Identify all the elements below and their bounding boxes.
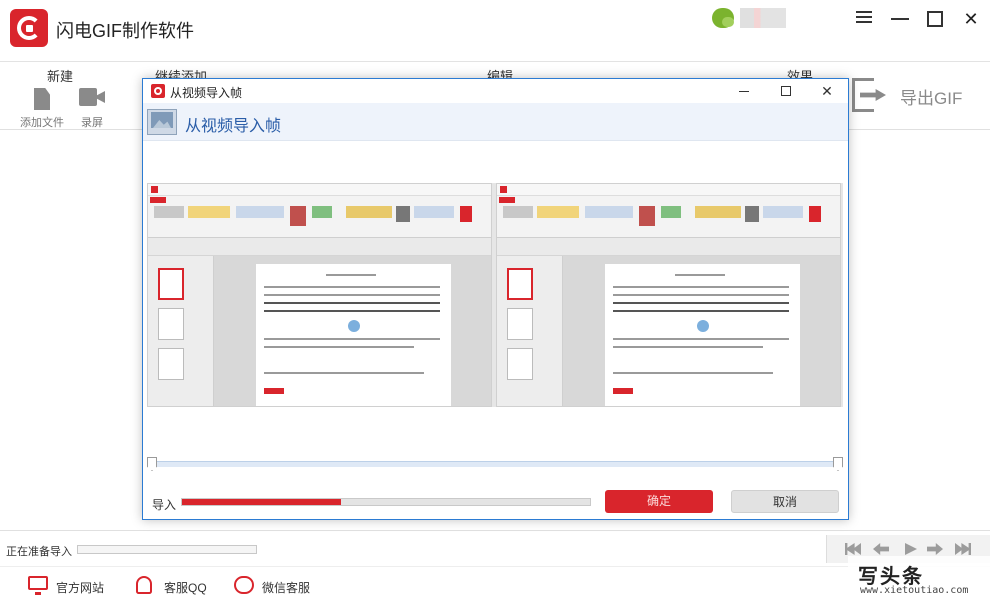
group-label-new: 新建 <box>47 69 74 84</box>
timeline-end-handle[interactable] <box>833 457 843 471</box>
status-bar: 正在准备导入 <box>0 530 990 566</box>
preview-frame-right <box>496 183 841 407</box>
export-icon <box>852 78 886 112</box>
add-file-label: 添加文件 <box>20 117 64 129</box>
wechat-service-label: 微信客服 <box>262 581 311 595</box>
record-screen-button[interactable]: 录屏 <box>70 88 114 130</box>
import-label: 导入 <box>152 498 177 512</box>
wechat-login-icon[interactable] <box>712 8 734 28</box>
camera-icon <box>79 88 105 110</box>
timeline-start-handle[interactable] <box>147 457 157 471</box>
import-from-video-dialog: 从视频导入帧 ✕ 从视频导入帧 导入 确定 取消 <box>142 78 849 520</box>
close-icon[interactable]: ✕ <box>960 8 982 30</box>
film-icon <box>147 109 177 135</box>
watermark: 写头条 www.xietoutiao.com <box>848 556 990 603</box>
play-icon[interactable] <box>905 543 917 555</box>
record-label: 录屏 <box>81 117 103 129</box>
watermark-url: www.xietoutiao.com <box>860 585 969 596</box>
prev-frame-icon[interactable] <box>873 543 889 555</box>
minimize-icon[interactable] <box>889 8 911 30</box>
app-title: 闪电GIF制作软件 <box>56 21 194 41</box>
document-icon <box>34 88 50 110</box>
dialog-maximize-icon[interactable] <box>777 82 795 100</box>
menu-icon[interactable] <box>853 8 875 30</box>
dialog-title: 从视频导入帧 <box>170 86 243 100</box>
maximize-icon[interactable] <box>924 8 946 30</box>
export-gif-button[interactable]: 导出GIF <box>852 74 982 120</box>
footer: 官方网站 客服QQ 微信客服 <box>0 566 990 603</box>
timeline-slider[interactable] <box>147 457 843 471</box>
dialog-title-bar: 从视频导入帧 ✕ <box>143 79 848 103</box>
export-label: 导出GIF <box>900 89 963 108</box>
add-file-button[interactable]: 添加文件 <box>20 88 64 130</box>
dialog-close-icon[interactable]: ✕ <box>818 82 836 100</box>
import-progress-fill <box>182 499 342 505</box>
status-text: 正在准备导入 <box>6 546 72 558</box>
status-progress-bar <box>77 545 257 554</box>
first-frame-icon[interactable] <box>845 543 861 555</box>
service-qq-label: 客服QQ <box>164 581 207 595</box>
ok-button[interactable]: 确定 <box>605 490 713 513</box>
dialog-minimize-icon[interactable] <box>735 82 753 100</box>
cancel-button[interactable]: 取消 <box>731 490 839 513</box>
dialog-logo-icon <box>151 84 165 98</box>
last-frame-icon[interactable] <box>955 543 971 555</box>
next-frame-icon[interactable] <box>927 543 943 555</box>
dialog-heading: 从视频导入帧 <box>185 118 282 135</box>
user-avatar[interactable] <box>740 8 786 28</box>
chat-icon <box>234 576 254 594</box>
timeline-track[interactable] <box>151 461 839 467</box>
title-bar: 闪电GIF制作软件 ✕ <box>0 0 990 62</box>
monitor-icon <box>28 576 48 595</box>
dialog-header: 从视频导入帧 <box>143 103 848 141</box>
bell-icon <box>136 576 152 594</box>
app-logo-icon <box>10 9 48 47</box>
preview-frame-left <box>147 183 492 407</box>
import-progress-bar <box>181 498 591 506</box>
video-preview <box>147 183 843 407</box>
official-website-label: 官方网站 <box>56 581 105 595</box>
